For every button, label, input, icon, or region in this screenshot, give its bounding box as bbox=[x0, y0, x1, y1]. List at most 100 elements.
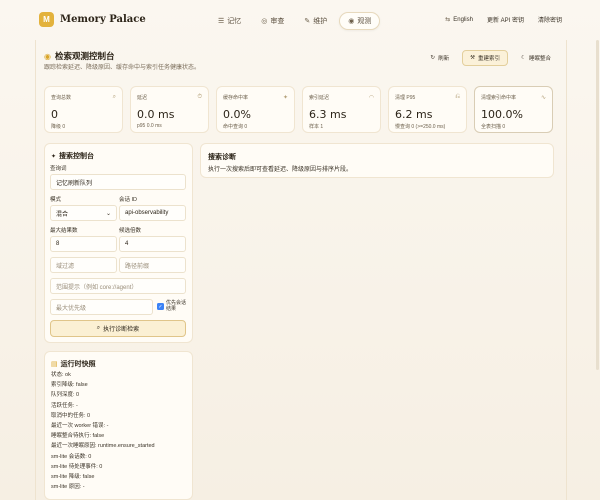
runtime-line: sm-lite 会话数: 0 bbox=[51, 453, 92, 460]
domain-filter-input[interactable]: 域过滤 bbox=[50, 257, 117, 273]
nav-observability[interactable]: ◉ 观测 bbox=[339, 12, 381, 30]
runtime-line: 取消中的任务: 0 bbox=[51, 412, 91, 419]
stat-card-cleanup-index-hit: 清理索引命中率 ∿ 100.0% 全表扫描 0 bbox=[474, 86, 553, 133]
search-control-title-text: 搜索控制台 bbox=[59, 153, 95, 160]
mode-select[interactable]: 混合 ⌄ bbox=[50, 205, 117, 221]
refresh-button[interactable]: ↻ 刷新 bbox=[422, 50, 457, 66]
shield-icon: ◎ bbox=[261, 18, 268, 25]
rebuild-label: 重建索引 bbox=[478, 56, 501, 62]
language-label: English bbox=[453, 17, 473, 23]
mode-value: 混合 bbox=[56, 211, 69, 218]
scope-hint-input[interactable]: 范围提示（例如 core://agent） bbox=[50, 278, 186, 294]
nav-label: 维护 bbox=[313, 18, 328, 25]
gauge-icon: ◠ bbox=[368, 95, 374, 101]
server-icon: ▤ bbox=[51, 361, 58, 368]
runtime-line: 索引降级: false bbox=[51, 382, 88, 389]
stat-sub: 命中查询 0 bbox=[223, 124, 248, 130]
runtime-line: sm-lite 降级: false bbox=[51, 474, 95, 481]
runtime-snapshot-title-text: 运行时快照 bbox=[60, 361, 96, 368]
language-toggle[interactable]: ⇆ English bbox=[445, 16, 473, 23]
brand-logo: M bbox=[39, 12, 54, 27]
stat-value: 0 bbox=[51, 108, 58, 121]
sleep-label: 睡眠整合 bbox=[528, 56, 551, 62]
refresh-label: 刷新 bbox=[438, 56, 450, 62]
prefer-session-label-line: 结果 bbox=[166, 306, 177, 312]
prefer-session-checkbox[interactable]: ✓ bbox=[157, 303, 164, 310]
stat-value: 6.2 ms bbox=[395, 108, 433, 121]
candidate-multiplier-input[interactable]: 4 bbox=[119, 236, 186, 252]
search-control-title: ✦ 搜索控制台 bbox=[51, 151, 94, 161]
runtime-line: sm-lite 原因: - bbox=[51, 484, 85, 491]
nav-review[interactable]: ◎ 审查 bbox=[253, 12, 292, 30]
run-button-label: 执行诊断检索 bbox=[103, 327, 140, 333]
stat-label: 延迟 bbox=[137, 95, 148, 101]
nav-label: 观测 bbox=[357, 18, 372, 25]
nav-maintenance[interactable]: ✎ 维护 bbox=[296, 12, 335, 30]
hammer-icon: ⚒ bbox=[470, 55, 476, 61]
moon-icon: ☾ bbox=[521, 55, 526, 61]
stat-card-cleanup-p95: 清理 P95 ⎌ 6.2 ms 慢查询 0 (>=250.0 ms) bbox=[388, 86, 467, 133]
session-id-label: 会话 ID bbox=[119, 197, 138, 203]
stat-value: 6.3 ms bbox=[309, 108, 347, 121]
clear-key-button[interactable]: 清除密钥 bbox=[538, 15, 562, 24]
database-icon: ☰ bbox=[218, 18, 225, 25]
page-subtitle: 跟踪检索延迟、降级原因、缓存命中与索引任务健康状态。 bbox=[44, 65, 201, 71]
stat-label: 查询总数 bbox=[51, 95, 72, 101]
run-diagnostic-search-button[interactable]: ⌕ 执行诊断检索 bbox=[50, 320, 186, 337]
search-diagnosis-text: 执行一次搜索后即可查看延迟、降级原因与排序片段。 bbox=[208, 167, 353, 173]
refresh-icon: ↻ bbox=[430, 55, 436, 61]
runtime-line: 队列深度: 0 bbox=[51, 392, 80, 399]
sparkle-icon: ✦ bbox=[282, 95, 288, 101]
runtime-line: 最近一次睡眠原因: runtime.ensure_started bbox=[51, 443, 155, 450]
header-actions: ↻ 刷新 ⚒ 重建索引 ☾ 睡眠整合 bbox=[422, 50, 559, 66]
nav-label: 审查 bbox=[270, 18, 285, 25]
console-icon: ◉ bbox=[44, 51, 51, 61]
timer-icon: ⏱ bbox=[197, 94, 202, 100]
page-title: ◉ 检索观测控制台 bbox=[44, 50, 115, 62]
runtime-snapshot-card: ▤ 运行时快照 状态: ok 索引降级: false 队列深度: 0 活跃任务:… bbox=[44, 351, 193, 500]
stat-sub: 全表扫描 0 bbox=[481, 124, 506, 130]
brand-name: Memory Palace bbox=[60, 14, 146, 25]
search-icon: ⌕ bbox=[96, 325, 101, 331]
search-icon: ⌕ bbox=[112, 94, 116, 100]
nav-label: 记忆 bbox=[227, 18, 242, 25]
runtime-line: sm-lite 待处理事件: 0 bbox=[51, 463, 103, 470]
stat-card-latency: 延迟 ⏱ 0.0 ms p95 0.0 ms bbox=[130, 86, 209, 133]
stat-value: 0.0% bbox=[223, 108, 251, 121]
runtime-lines: 状态: ok 索引降级: false 队列深度: 0 活跃任务: - 取消中的任… bbox=[51, 370, 155, 492]
prefer-session-label: 优先会话 结果 bbox=[166, 300, 186, 312]
page-scrollbar[interactable] bbox=[596, 40, 599, 370]
sparkle-icon: ✦ bbox=[51, 153, 57, 160]
max-results-label: 最大结果数 bbox=[50, 228, 78, 234]
query-input[interactable]: 记忆刷新队列 bbox=[50, 174, 186, 190]
language-icon: ⇆ bbox=[445, 17, 451, 23]
stat-card-cache-hit: 缓存命中率 ✦ 0.0% 命中查询 0 bbox=[216, 86, 295, 133]
stat-sub: p95 0.0 ms bbox=[137, 123, 162, 129]
max-results-input[interactable]: 8 bbox=[50, 236, 117, 252]
stat-sub: 样本 1 bbox=[309, 124, 324, 130]
query-label: 查询词 bbox=[50, 166, 67, 172]
search-diagnosis-title: 搜索诊断 bbox=[208, 154, 236, 161]
stat-sub: 降级 0 bbox=[51, 124, 66, 130]
chevron-down-icon: ⌄ bbox=[105, 210, 111, 217]
stat-label: 索引延迟 bbox=[309, 95, 330, 101]
stat-label: 清理索引命中率 bbox=[481, 95, 517, 101]
rebuild-index-button[interactable]: ⚒ 重建索引 bbox=[462, 50, 509, 66]
session-id-input[interactable]: api-observability bbox=[119, 205, 186, 221]
top-actions: ⇆ English 更新 API 密钥 清除密钥 bbox=[445, 15, 562, 24]
stat-sub: 慢查询 0 (>=250.0 ms) bbox=[395, 124, 446, 130]
sleep-consolidation-button[interactable]: ☾ 睡眠整合 bbox=[513, 50, 559, 66]
nav-memory[interactable]: ☰ 记忆 bbox=[210, 12, 249, 30]
mode-label: 模式 bbox=[50, 197, 62, 203]
path-prefix-input[interactable]: 路径前缀 bbox=[119, 257, 186, 273]
search-diagnosis-card: 搜索诊断 执行一次搜索后即可查看延迟、降级原因与排序片段。 bbox=[200, 143, 554, 178]
runtime-line: 最近一次 worker 错误: - bbox=[51, 423, 109, 430]
eye-icon: ◉ bbox=[348, 18, 355, 25]
stat-value: 100.0% bbox=[481, 108, 523, 121]
stat-value: 0.0 ms bbox=[137, 108, 175, 121]
main-nav: ☰ 记忆 ◎ 审查 ✎ 维护 ◉ 观测 bbox=[210, 12, 381, 30]
update-api-key-button[interactable]: 更新 API 密钥 bbox=[487, 15, 524, 24]
brand[interactable]: M Memory Palace bbox=[39, 12, 146, 27]
max-priority-input[interactable]: 最大优先级 bbox=[50, 299, 153, 315]
candidate-multiplier-label: 候选倍数 bbox=[119, 228, 142, 234]
